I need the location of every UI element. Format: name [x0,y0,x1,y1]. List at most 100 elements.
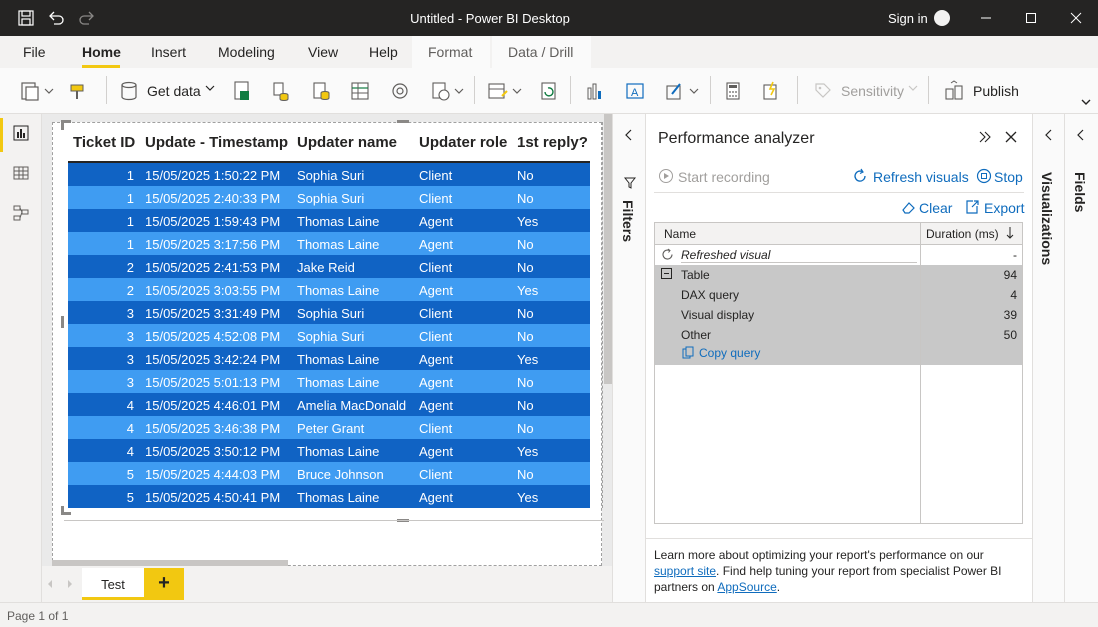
fields-label[interactable]: Fields [1072,172,1088,212]
chevron-left-icon[interactable] [1075,128,1087,142]
get-data-button[interactable]: Get data [147,83,201,99]
performance-analyzer-pane: Performance analyzer Start recording Ref… [646,114,1032,602]
close-icon[interactable] [1066,8,1086,28]
appsource-link[interactable]: AppSource [717,580,776,594]
avatar[interactable] [934,10,950,26]
transform-data-icon[interactable] [486,80,524,102]
tab-help[interactable]: Help [369,44,398,60]
table-cell: 2 [126,260,134,275]
table-row[interactable]: 3 15/05/2025 4:52:08 PM Sophia Suri Client N… [68,324,590,347]
table-row[interactable]: 3 15/05/2025 3:42:24 PM Thomas Laine Agent Y… [68,347,590,370]
text-box-icon[interactable]: A [624,80,646,102]
support-site-link[interactable]: support site [654,564,716,578]
resize-handle[interactable] [61,120,64,130]
new-measure-icon[interactable] [722,80,744,102]
model-view-icon[interactable] [12,204,30,222]
visualizations-label[interactable]: Visualizations [1039,172,1055,265]
excel-icon[interactable] [232,80,252,102]
table-row[interactable]: 1 15/05/2025 1:59:43 PM Thomas Laine Agent Y… [68,209,590,232]
tab-insert[interactable]: Insert [151,44,186,60]
table-row[interactable]: 4 15/05/2025 3:46:38 PM Peter Grant Client N… [68,416,590,439]
table-row[interactable]: 1 15/05/2025 2:40:33 PM Sophia Suri Client N… [68,186,590,209]
resize-handle[interactable] [397,120,409,123]
tab-home[interactable]: Home [82,44,121,60]
canvas-vertical-scrollbar[interactable] [604,114,612,384]
stop-icon [976,168,992,184]
scroll-right-icon[interactable] [66,579,74,589]
sort-descending-icon[interactable] [1005,225,1015,241]
table-row[interactable]: 1 15/05/2025 3:17:56 PM Thomas Laine Agent N… [68,232,590,255]
refresh-visuals-button[interactable]: Refresh visuals [873,169,969,185]
column-header-ticket-id[interactable]: Ticket ID [73,134,135,151]
close-pane-icon[interactable] [1004,130,1018,144]
table-cell: Thomas Laine [297,237,380,252]
add-page-button[interactable]: + [144,568,184,600]
table-row[interactable]: 5 15/05/2025 4:50:41 PM Thomas Laine Agent Y… [68,485,590,508]
table-row[interactable]: 4 15/05/2025 4:46:01 PM Amelia MacDonald Ag… [68,393,590,416]
column-header-first-reply[interactable]: 1st reply? [517,134,588,151]
quick-measure-icon[interactable] [759,80,781,102]
table-row[interactable]: 4 15/05/2025 3:50:12 PM Thomas Laine Agent Y… [68,439,590,462]
stop-button[interactable]: Stop [994,169,1023,185]
publish-icon[interactable] [943,80,965,102]
more-visuals-icon[interactable] [663,80,701,102]
format-painter-icon[interactable] [68,80,90,102]
publish-button[interactable]: Publish [973,83,1019,99]
start-recording-button[interactable]: Start recording [678,169,770,185]
scroll-left-icon[interactable] [46,579,54,589]
copy-query-link[interactable]: Copy query [699,346,760,360]
table-row[interactable]: 1 15/05/2025 1:50:22 PM Sophia Suri Client N… [68,163,590,186]
new-visual-icon[interactable] [584,80,606,102]
resize-handle[interactable] [61,316,64,328]
table-cell: 4 [126,398,134,413]
page-tab-test[interactable]: Test [82,568,144,600]
chevron-left-icon[interactable] [623,128,635,142]
chevron-down-icon[interactable] [907,82,919,94]
table-visual[interactable]: Ticket ID Update - Timestamp Updater nam… [68,130,590,508]
tab-modeling[interactable]: Modeling [218,44,275,60]
filters-pane-collapsed[interactable] [612,114,646,602]
table-row[interactable]: 3 15/05/2025 3:31:49 PM Sophia Suri Client N… [68,301,590,324]
table-row[interactable]: 5 15/05/2025 4:44:03 PM Bruce Johnson Clien… [68,462,590,485]
report-view-icon[interactable] [12,124,30,142]
export-button[interactable]: Export [984,200,1024,216]
eraser-icon [902,202,915,214]
sql-icon[interactable] [310,80,332,102]
table-cell: No [517,191,534,206]
tab-data-drill[interactable]: Data / Drill [508,44,573,60]
column-header-updater-name[interactable]: Updater name [297,134,397,151]
sign-in-link[interactable]: Sign in [888,11,928,26]
table-cell: 3 [126,306,134,321]
chevron-left-icon[interactable] [1043,128,1055,142]
table-row[interactable]: 2 15/05/2025 2:41:53 PM Jake Reid Client No [68,255,590,278]
tab-file[interactable]: File [23,44,46,60]
enter-data-icon[interactable] [349,80,371,102]
collapse-group-icon[interactable] [661,268,672,279]
sensitivity-icon[interactable] [812,80,834,102]
recent-sources-icon[interactable] [430,80,466,102]
table-row[interactable]: 3 15/05/2025 5:01:13 PM Thomas Laine Agent N… [68,370,590,393]
dataset-icon[interactable] [269,80,291,102]
clear-button[interactable]: Clear [919,200,952,216]
maximize-icon[interactable] [1021,8,1041,28]
table-view-icon[interactable] [12,164,30,182]
collapse-ribbon-icon[interactable] [1080,96,1092,108]
tab-format[interactable]: Format [428,44,472,60]
dataverse-icon[interactable] [389,80,411,102]
paste-icon[interactable] [20,80,54,102]
refresh-icon[interactable] [538,80,560,102]
database-icon[interactable] [118,80,140,102]
chevron-down-icon[interactable] [204,82,216,94]
sensitivity-button[interactable]: Sensitivity [841,83,904,99]
table-cell: 3 [126,352,134,367]
column-header-name[interactable]: Name [664,227,696,241]
resize-handle[interactable] [61,506,64,515]
table-row[interactable]: 2 15/05/2025 3:03:55 PM Thomas Laine Agent Y… [68,278,590,301]
column-header-updater-role[interactable]: Updater role [419,134,507,151]
column-header-duration[interactable]: Duration (ms) [926,227,999,241]
column-header-timestamp[interactable]: Update - Timestamp [145,134,288,151]
filters-label[interactable]: Filters [620,200,636,242]
tab-view[interactable]: View [308,44,338,60]
collapse-pane-icon[interactable] [978,130,992,144]
minimize-icon[interactable] [976,8,996,28]
